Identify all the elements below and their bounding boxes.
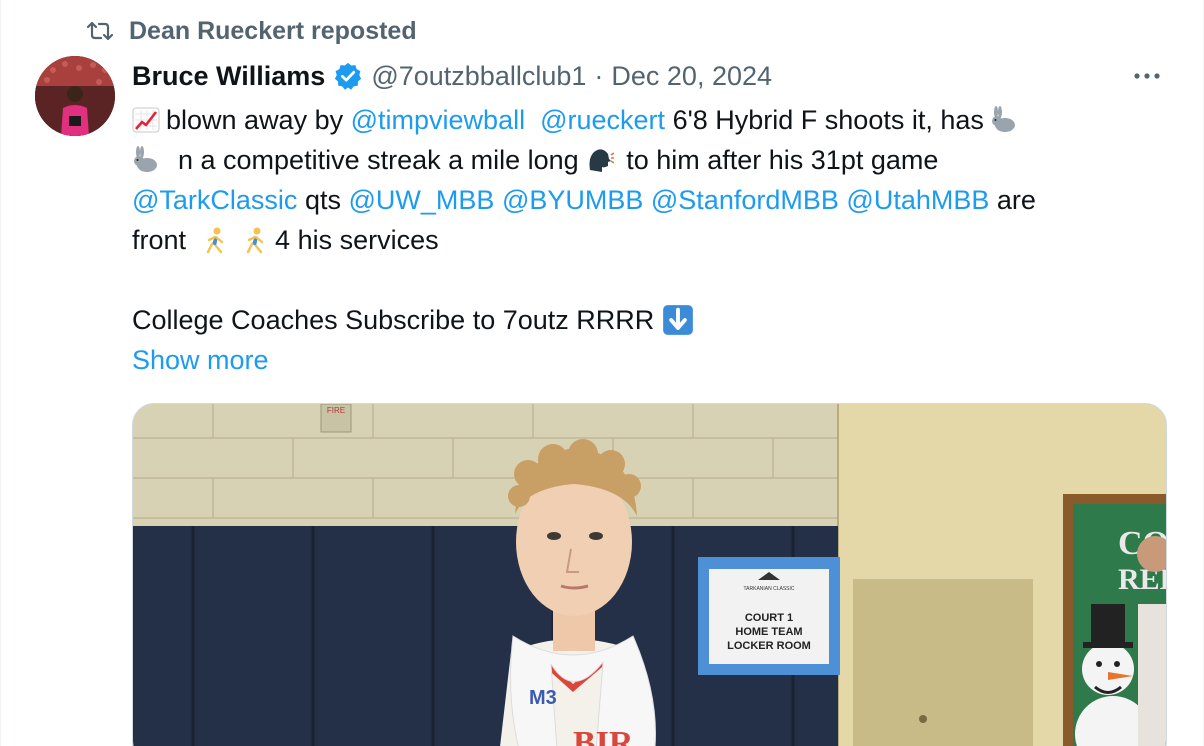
- text-segment: to him after his 31pt game: [626, 145, 939, 175]
- text-segment: College Coaches Subscribe to 7outz RRRR: [132, 305, 655, 335]
- running-person-emoji: [246, 227, 264, 254]
- mention-link[interactable]: @TarkClassic: [132, 180, 297, 220]
- speaking-head-emoji: [589, 149, 615, 172]
- sign-line-1: COURT 1: [745, 612, 793, 624]
- down-arrow-emoji: [662, 305, 693, 335]
- author-handle[interactable]: @7outzbballclub1: [371, 61, 586, 92]
- header-separator: ·: [594, 60, 604, 91]
- tweet-line-1: blown away by @timpviewball @rueckert 6'…: [132, 100, 1172, 140]
- more-options-button[interactable]: [1125, 58, 1169, 94]
- mention-link[interactable]: @rueckert: [540, 100, 665, 140]
- mention-link[interactable]: @UW_MBB: [349, 180, 495, 220]
- tweet-line-3: @TarkClassic qts @UW_MBB @BYUMBB @Stanfo…: [132, 180, 1172, 220]
- verified-badge-icon[interactable]: [333, 61, 363, 91]
- rabbit-emoji: [991, 106, 1015, 132]
- mention-link[interactable]: @timpviewball: [351, 100, 525, 140]
- tweet-text: blown away by @timpviewball @rueckert 6'…: [132, 100, 1172, 380]
- jersey-text: BIR: [573, 725, 634, 746]
- fire-sign-text: FIRE: [327, 406, 345, 415]
- mention-link[interactable]: @UtahMBB: [846, 180, 989, 220]
- tweet-card[interactable]: Dean Rueckert reposted Bruce Williams @7…: [0, 0, 1204, 746]
- sign-logo-text: TARKANIAN CLASSIC: [743, 586, 794, 592]
- tweet-header: Bruce Williams @7outzbballclub1 · Dec 20…: [132, 56, 772, 96]
- repost-icon: [85, 16, 115, 46]
- sign-line-3: LOCKER ROOM: [727, 640, 811, 652]
- author-name[interactable]: Bruce Williams: [132, 61, 325, 92]
- sign-line-2: HOME TEAM: [735, 626, 802, 638]
- text-segment: qts: [304, 185, 341, 215]
- avatar[interactable]: [35, 56, 115, 136]
- text-segment: n a competitive streak a mile long: [178, 145, 579, 175]
- text-segment: are: [996, 185, 1036, 215]
- towel-text: M3: [529, 687, 557, 709]
- mention-link[interactable]: @StanfordMBB: [651, 180, 839, 220]
- tweet-line-2: n a competitive streak a mile long to hi…: [132, 140, 1172, 180]
- chart-increasing-emoji: [132, 107, 160, 133]
- tweet-date[interactable]: Dec 20, 2024: [611, 61, 772, 92]
- show-more-link[interactable]: Show more: [132, 340, 269, 380]
- text-segment: 6'8 Hybrid F shoots it, has: [672, 105, 984, 135]
- more-icon: [1134, 73, 1160, 79]
- tweet-photo[interactable]: FIRE TARKANIAN CLASSIC COURT 1 HOME TEAM…: [132, 403, 1167, 746]
- repost-text[interactable]: Dean Rueckert reposted: [129, 17, 417, 46]
- tweet-line-4: front 4 his services: [132, 220, 1172, 260]
- running-person-emoji: [206, 227, 224, 254]
- rabbit-emoji: [134, 146, 157, 172]
- repost-indicator: Dean Rueckert reposted: [85, 14, 417, 48]
- mention-link[interactable]: @BYUMBB: [502, 180, 643, 220]
- text-segment: blown away by: [166, 105, 344, 135]
- show-more-row: Show more: [132, 340, 1172, 380]
- text-segment: front: [132, 225, 187, 255]
- text-segment: 4 his services: [275, 225, 439, 255]
- tweet-line-5: College Coaches Subscribe to 7outz RRRR: [132, 300, 1172, 340]
